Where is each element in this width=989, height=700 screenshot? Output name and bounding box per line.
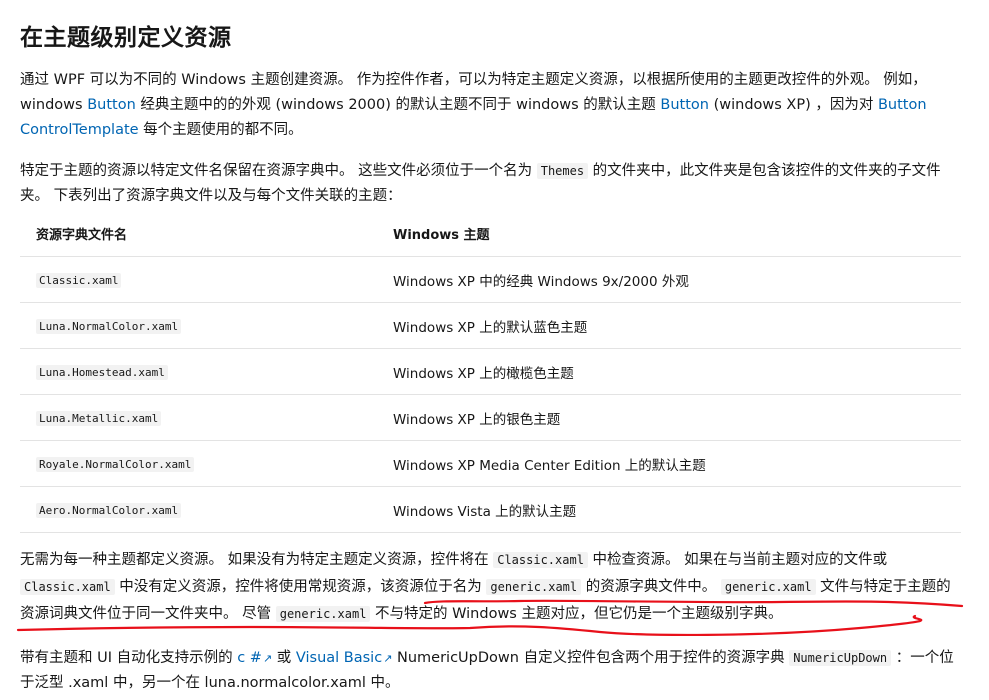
table-row: Luna.Homestead.xaml Windows XP 上的橄榄色主题 xyxy=(20,348,961,395)
external-link-icon: ↗ xyxy=(262,652,273,665)
table-row: Royale.NormalColor.xaml Windows XP Media… xyxy=(20,440,961,487)
cell-filename: Luna.Metallic.xaml xyxy=(20,394,377,441)
inline-code: Classic.xaml xyxy=(36,272,122,288)
table-header-row: 资源字典文件名 Windows 主题 xyxy=(20,210,961,257)
text-span: 带有主题和 UI 自动化支持示例的 xyxy=(20,650,238,666)
text-span: 特定于主题的资源以特定文件名保留在资源字典中。 这些文件必须位于一个名为 xyxy=(20,163,537,179)
inline-code: generic.xaml xyxy=(275,606,371,622)
text-span: 每个主题使用的都不同。 xyxy=(138,122,303,138)
inline-code: Luna.Homestead.xaml xyxy=(36,364,168,380)
inline-code: generic.xaml xyxy=(720,579,816,595)
inline-code: Classic.xaml xyxy=(20,579,115,595)
text-span: 中没有定义资源，控件将使用常规资源，该资源位于名为 xyxy=(114,579,487,595)
cell-theme: Windows XP Media Center Edition 上的默认主题 xyxy=(377,440,961,487)
link-label: c # xyxy=(237,650,262,666)
button-link[interactable]: Button xyxy=(87,97,136,113)
cell-filename: Classic.xaml xyxy=(20,256,377,303)
table-row: Luna.NormalColor.xaml Windows XP 上的默认蓝色主… xyxy=(20,302,961,349)
inline-code: Themes xyxy=(536,163,589,179)
button-link-2[interactable]: Button xyxy=(660,97,709,113)
text-span: 无需为每一种主题都定义资源。 如果没有为特定主题定义资源，控件将在 xyxy=(20,552,494,568)
visual-basic-sample-link[interactable]: Visual Basic↗ xyxy=(296,650,393,666)
sample-paragraph: 带有主题和 UI 自动化支持示例的 c #↗ 或 Visual Basic↗ N… xyxy=(20,646,965,696)
inline-code: Classic.xaml xyxy=(493,552,588,568)
themes-paragraph: 特定于主题的资源以特定文件名保留在资源字典中。 这些文件必须位于一个名为 The… xyxy=(20,159,965,209)
link-label: Visual Basic xyxy=(295,650,383,666)
cell-filename: Luna.NormalColor.xaml xyxy=(20,302,377,349)
cell-theme: Windows Vista 上的默认主题 xyxy=(377,486,961,533)
fallback-paragraph: 无需为每一种主题都定义资源。 如果没有为特定主题定义资源，控件将在 Classi… xyxy=(20,547,965,628)
table-row: Aero.NormalColor.xaml Windows Vista 上的默认… xyxy=(20,486,961,533)
text-span: 中检查资源。 如果在与当前主题对应的文件或 xyxy=(587,552,888,568)
inline-code: NumericUpDown xyxy=(789,650,892,666)
section-heading: 在主题级别定义资源 xyxy=(20,25,232,51)
text-span: 或 xyxy=(272,650,296,666)
column-header-theme: Windows 主题 xyxy=(377,210,961,257)
table-row: Classic.xaml Windows XP 中的经典 Windows 9x/… xyxy=(20,256,961,303)
table-row: Luna.Metallic.xaml Windows XP 上的银色主题 xyxy=(20,394,961,441)
csharp-sample-link[interactable]: c #↗ xyxy=(237,650,272,666)
inline-code: Luna.NormalColor.xaml xyxy=(36,318,182,334)
inline-code: Luna.Metallic.xaml xyxy=(36,410,162,426)
cell-theme: Windows XP 上的默认蓝色主题 xyxy=(377,302,961,349)
column-header-filename: 资源字典文件名 xyxy=(20,210,377,257)
text-span: (windows XP) ，因为对 xyxy=(708,97,878,113)
theme-files-table: 资源字典文件名 Windows 主题 Classic.xaml Windows … xyxy=(20,210,961,533)
cell-filename: Aero.NormalColor.xaml xyxy=(20,486,377,533)
inline-code: generic.xaml xyxy=(486,579,582,595)
text-span: 不与特定的 Windows 主题对应，但它仍是一个主题级别字典。 xyxy=(370,606,783,622)
cell-filename: Luna.Homestead.xaml xyxy=(20,348,377,395)
cell-theme: Windows XP 上的橄榄色主题 xyxy=(377,348,961,395)
cell-theme: Windows XP 中的经典 Windows 9x/2000 外观 xyxy=(377,256,961,303)
cell-theme: Windows XP 上的银色主题 xyxy=(377,394,961,441)
text-span: 的资源字典文件中。 xyxy=(581,579,721,595)
inline-code: Aero.NormalColor.xaml xyxy=(36,502,182,518)
inline-code: Royale.NormalColor.xaml xyxy=(36,456,195,472)
text-span: NumericUpDown 自定义控件包含两个用于控件的资源字典 xyxy=(392,650,790,666)
intro-paragraph: 通过 WPF 可以为不同的 Windows 主题创建资源。 作为控件作者，可以为… xyxy=(20,68,965,143)
text-span: 经典主题中的的外观 (windows 2000) 的默认主题不同于 window… xyxy=(135,97,661,113)
cell-filename: Royale.NormalColor.xaml xyxy=(20,440,377,487)
